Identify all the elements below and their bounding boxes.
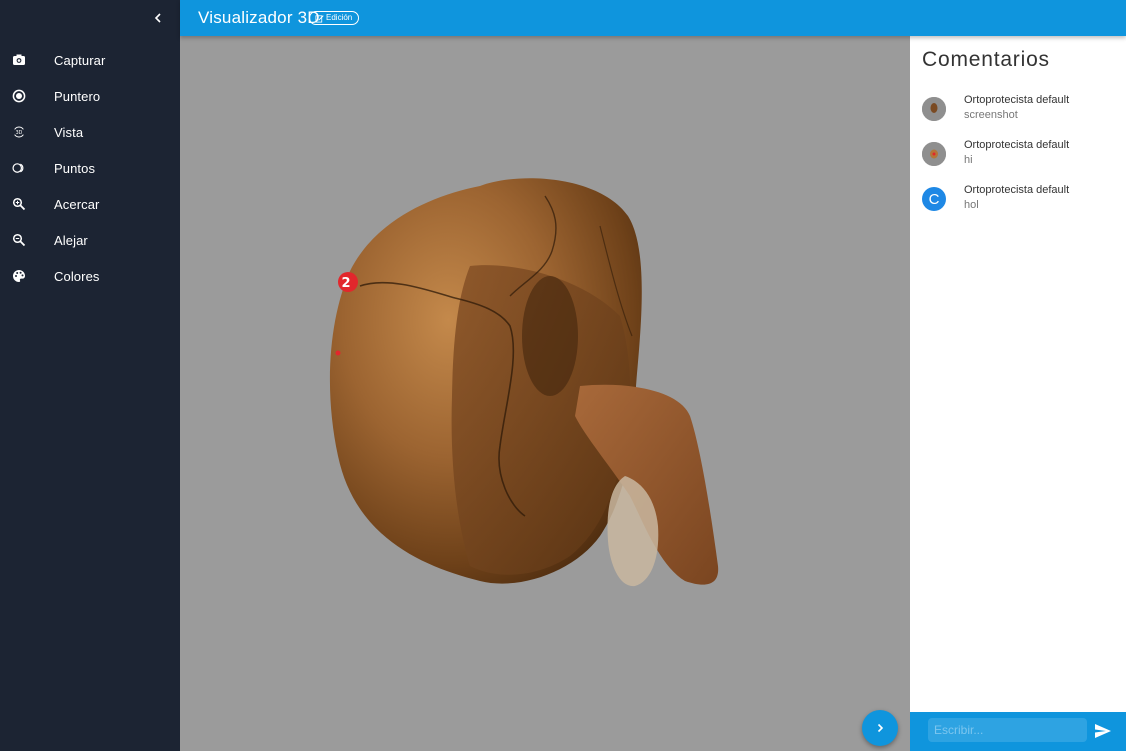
radio-button-icon <box>12 89 26 103</box>
edit-mode-label: Edición <box>326 13 353 22</box>
collapse-sidebar-button[interactable] <box>148 8 168 28</box>
toggle-comments-button[interactable] <box>862 710 898 746</box>
avatar <box>922 97 946 121</box>
comment-author: Ortoprotecista default <box>964 139 1070 151</box>
comment-input[interactable] <box>928 718 1087 742</box>
sidebar-item-label: Capturar <box>54 52 106 68</box>
comments-title: Comentarios <box>922 48 1050 71</box>
comment-item[interactable]: Ortoprotecista default hi <box>922 139 1122 175</box>
sidebar-item-colores[interactable]: Colores <box>0 258 180 294</box>
sidebar-item-label: Vista <box>54 124 84 140</box>
sidebar: Capturar Puntero 3D Vista Puntos Acercar <box>0 0 180 751</box>
sidebar-item-puntero[interactable]: Puntero <box>0 78 180 114</box>
sidebar-item-label: Acercar <box>54 196 100 212</box>
3d-viewer-canvas[interactable]: 2 <box>180 36 910 751</box>
palette-icon <box>12 269 26 283</box>
avatar <box>922 142 946 166</box>
svg-text:3D: 3D <box>16 130 23 136</box>
annotation-marker-label: 2 <box>341 276 350 291</box>
comment-author: Ortoprotecista default <box>964 94 1070 106</box>
thumbnail-icon <box>922 97 946 121</box>
send-icon <box>1095 724 1111 738</box>
thumbnail-icon <box>922 142 946 166</box>
comments-panel: Comentarios Ortoprotecista default scree… <box>910 36 1126 712</box>
comment-text: hol <box>964 199 979 211</box>
edit-mode-badge[interactable]: Edición <box>309 11 360 25</box>
skull-model-icon: 2 <box>329 178 719 587</box>
sidebar-item-label: Colores <box>54 268 100 284</box>
chevron-right-icon <box>877 723 884 733</box>
sidebar-item-puntos[interactable]: Puntos <box>0 150 180 186</box>
avatar: C <box>922 187 946 211</box>
comment-item[interactable]: C Ortoprotecista default hol <box>922 184 1122 220</box>
sidebar-item-acercar[interactable]: Acercar <box>0 186 180 222</box>
sidebar-item-label: Puntos <box>54 160 96 176</box>
chevron-left-icon <box>154 13 161 23</box>
sidebar-item-vista[interactable]: 3D Vista <box>0 114 180 150</box>
comment-composer <box>910 712 1126 751</box>
sidebar-nav: Capturar Puntero 3D Vista Puntos Acercar <box>0 42 180 294</box>
page-title: Visualizador 3D <box>198 8 320 27</box>
sidebar-item-capturar[interactable]: Capturar <box>0 42 180 78</box>
comment-text: hi <box>964 154 973 166</box>
comment-text: screenshot <box>964 109 1018 121</box>
3d-rotation-icon: 3D <box>12 125 26 139</box>
sidebar-item-label: Puntero <box>54 88 101 104</box>
comment-item[interactable]: Ortoprotecista default screenshot <box>922 94 1122 130</box>
zoom-out-icon <box>12 233 26 247</box>
zoom-in-icon <box>12 197 26 211</box>
ring-icon <box>12 161 26 175</box>
sidebar-item-alejar[interactable]: Alejar <box>0 222 180 258</box>
sidebar-item-label: Alejar <box>54 232 88 248</box>
top-app-bar: Visualizador 3D Edición <box>180 0 1126 36</box>
edit-icon <box>315 14 324 23</box>
comment-author: Ortoprotecista default <box>964 184 1070 196</box>
send-button[interactable] <box>1092 720 1114 742</box>
camera-icon <box>12 53 26 67</box>
